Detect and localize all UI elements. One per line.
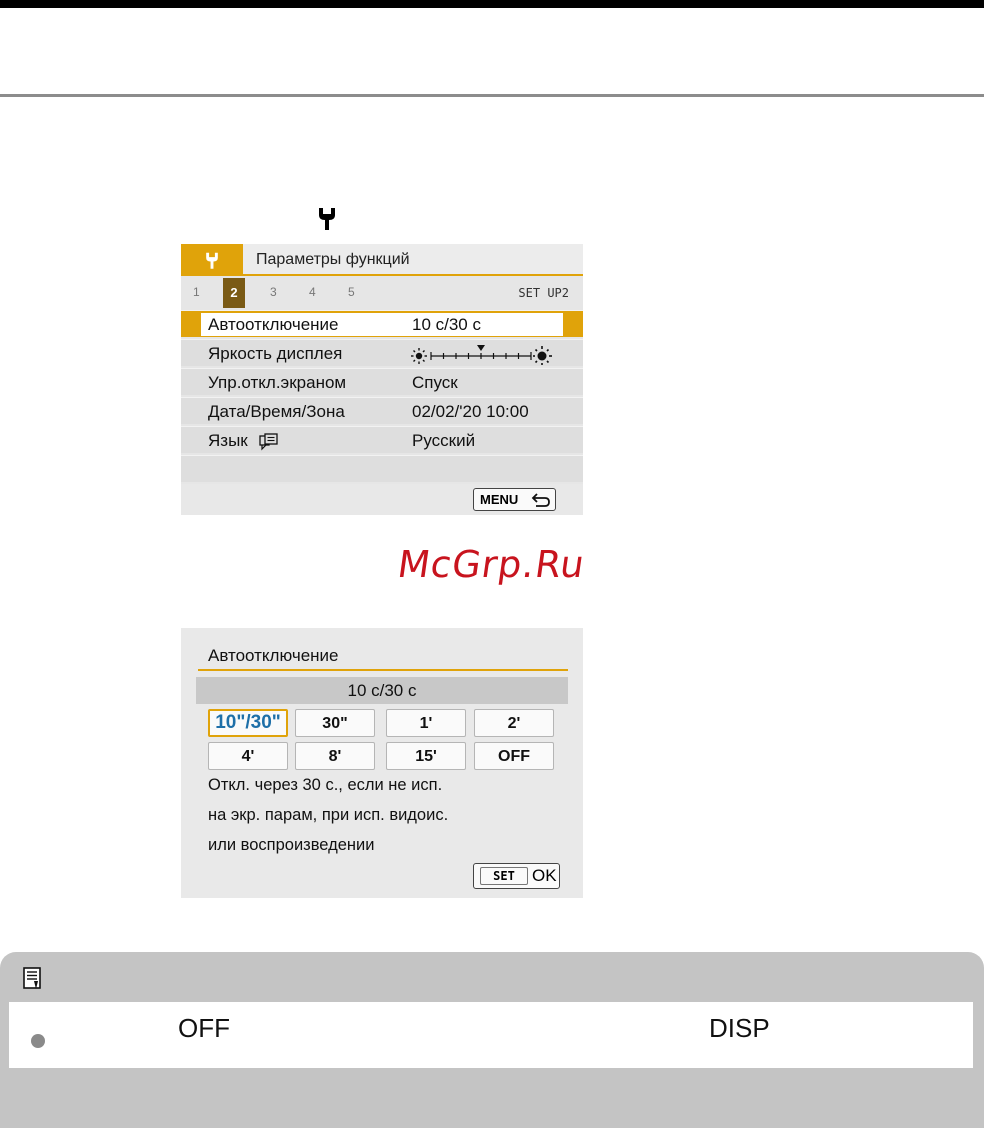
- note-off-text: OFF: [178, 1013, 230, 1043]
- page-tab-3[interactable]: 3: [270, 285, 277, 299]
- language-icon: [259, 433, 278, 451]
- auto-off-screen: Автоотключение 10 с/30 с 10"/30" 30" 1' …: [181, 628, 583, 898]
- menu-row-label: Упр.откл.экраном: [208, 373, 347, 392]
- title-underline: [198, 669, 568, 671]
- menu-row-language[interactable]: Язык Русский: [181, 426, 583, 453]
- option-1min[interactable]: 1': [386, 709, 466, 737]
- menu-row-value: 10 с/30 с: [412, 315, 481, 334]
- description-line-2: на экр. парам, при исп. видоис.: [208, 806, 449, 824]
- current-value: 10 с/30 с: [196, 677, 568, 704]
- menu-header: Параметры функций: [181, 244, 583, 276]
- menu-button-label: MENU: [480, 492, 519, 507]
- menu-row-label: Яркость дисплея: [208, 344, 343, 363]
- memo-icon: [23, 967, 41, 989]
- page-tab-1[interactable]: 1: [193, 285, 200, 299]
- section-divider: [0, 94, 984, 97]
- return-arrow-icon: [531, 493, 550, 507]
- menu-title: Параметры функций: [256, 251, 410, 268]
- option-4min[interactable]: 4': [208, 742, 288, 770]
- menu-row-value: 02/02/'20 10:00: [412, 402, 529, 421]
- brightness-marker: [477, 345, 485, 351]
- menu-row-label: Автоотключение: [208, 315, 339, 334]
- page-tabs: 1 2 3 4 5 SET UP2: [181, 278, 583, 308]
- menu-row-value: Русский: [412, 431, 476, 450]
- brightness-scale: [411, 345, 552, 365]
- option-2min[interactable]: 2': [474, 709, 554, 737]
- option-10s-30s[interactable]: 10"/30": [208, 709, 288, 737]
- set-ok-button[interactable]: SET OK: [473, 863, 560, 889]
- page-tab-2[interactable]: 2: [223, 278, 245, 308]
- option-off[interactable]: OFF: [474, 742, 554, 770]
- wrench-icon: [206, 252, 218, 269]
- option-8min[interactable]: 8': [295, 742, 375, 770]
- sun-large-icon: [533, 346, 552, 365]
- ok-label: OK: [532, 866, 557, 885]
- bullet-icon: [31, 1034, 45, 1048]
- menu-row-empty: [181, 455, 583, 482]
- wrench-icon: [319, 208, 335, 230]
- set-label: SET: [480, 867, 528, 885]
- note-content: [9, 1002, 973, 1068]
- top-bar: [0, 0, 984, 8]
- menu-row-brightness[interactable]: Яркость дисплея: [181, 339, 583, 366]
- page-tab-5[interactable]: 5: [348, 285, 355, 299]
- menu-row-label: Язык: [208, 431, 248, 450]
- menu-row-label: Дата/Время/Зона: [208, 402, 345, 421]
- menu-row-value: Спуск: [412, 373, 458, 392]
- menu-row-date-time[interactable]: Дата/Время/Зона 02/02/'20 10:00: [181, 397, 583, 424]
- menu-footer: MENU: [181, 484, 583, 515]
- menu-row-auto-off[interactable]: Автоотключение 10 с/30 с: [181, 310, 583, 337]
- menu-row-screen-off[interactable]: Упр.откл.экраном Спуск: [181, 368, 583, 395]
- sun-small-icon: [411, 348, 427, 364]
- description-line-3: или воспроизведении: [208, 836, 375, 854]
- watermark: McGrp.Ru: [394, 543, 588, 586]
- setting-title: Автоотключение: [208, 646, 339, 665]
- note-disp-text: DISP: [709, 1013, 770, 1043]
- option-15min[interactable]: 15': [386, 742, 466, 770]
- option-30s[interactable]: 30": [295, 709, 375, 737]
- menu-back-button[interactable]: MENU: [473, 488, 556, 511]
- note-box: OFF DISP: [0, 952, 984, 1128]
- camera-menu-screen: Параметры функций 1 2 3 4 5 SET UP2 Авто…: [181, 244, 583, 515]
- tab-setup[interactable]: [181, 244, 243, 276]
- description-line-1: Откл. через 30 с., если не исп.: [208, 776, 443, 794]
- page-tab-4[interactable]: 4: [309, 285, 316, 299]
- setup-page-label: SET UP2: [518, 286, 569, 300]
